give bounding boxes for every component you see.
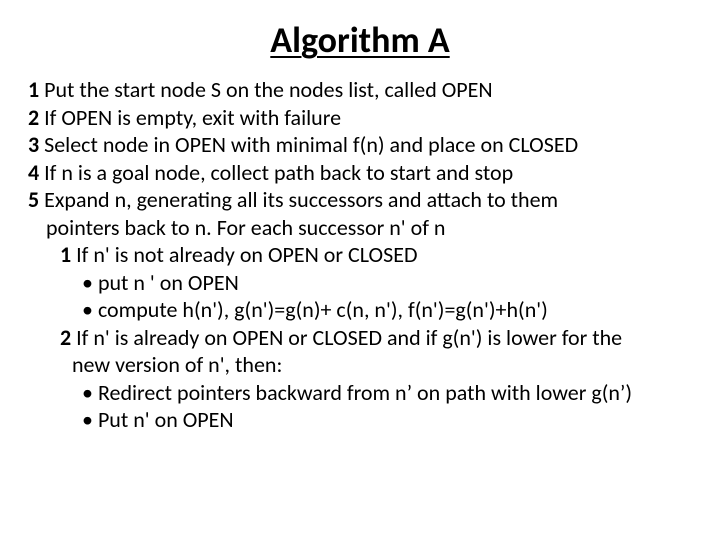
step-4: 4 If n is a goal node, collect path back…	[28, 159, 692, 187]
step-5-text: Expand n, generating all its successors …	[39, 186, 558, 213]
slide-title: Algorithm A	[28, 18, 692, 62]
step-5-1-bullet-1: put n ' on OPEN	[28, 269, 692, 297]
step-3-text: Select node in OPEN with minimal f(n) an…	[39, 131, 578, 158]
step-5-2-cont: new version of n', then:	[28, 351, 692, 379]
slide: Algorithm A 1 Put the start node S on th…	[0, 0, 720, 540]
step-5-1-bullet-2: compute h(n'), g(n')=g(n)+ c(n, n'), f(n…	[28, 296, 692, 324]
step-5-1-text: If n' is not already on OPEN or CLOSED	[71, 241, 417, 268]
step-5-2: 2 If n' is already on OPEN or CLOSED and…	[28, 324, 692, 352]
step-5-cont: pointers back to n. For each successor n…	[28, 214, 692, 242]
step-1-num: 1	[28, 76, 39, 103]
step-5-1-num: 1	[60, 241, 71, 268]
step-2-text: If OPEN is empty, exit with failure	[39, 104, 341, 131]
step-5: 5 Expand n, generating all its successor…	[28, 186, 692, 214]
step-5-2-text: If n' is already on OPEN or CLOSED and i…	[71, 324, 622, 351]
step-4-text: If n is a goal node, collect path back t…	[39, 159, 513, 186]
step-5-2-bullet-1: Redirect pointers backward from n’ on pa…	[28, 379, 692, 407]
step-5-1: 1 If n' is not already on OPEN or CLOSED	[28, 241, 692, 269]
algorithm-body: 1 Put the start node S on the nodes list…	[28, 76, 692, 434]
step-5-2-bullet-2: Put n' on OPEN	[28, 406, 692, 434]
step-5-2-num: 2	[60, 324, 71, 351]
step-3: 3 Select node in OPEN with minimal f(n) …	[28, 131, 692, 159]
step-2-num: 2	[28, 104, 39, 131]
step-2: 2 If OPEN is empty, exit with failure	[28, 104, 692, 132]
step-3-num: 3	[28, 131, 39, 158]
step-5-num: 5	[28, 186, 39, 213]
step-4-num: 4	[28, 159, 39, 186]
step-1: 1 Put the start node S on the nodes list…	[28, 76, 692, 104]
step-1-text: Put the start node S on the nodes list, …	[39, 76, 492, 103]
